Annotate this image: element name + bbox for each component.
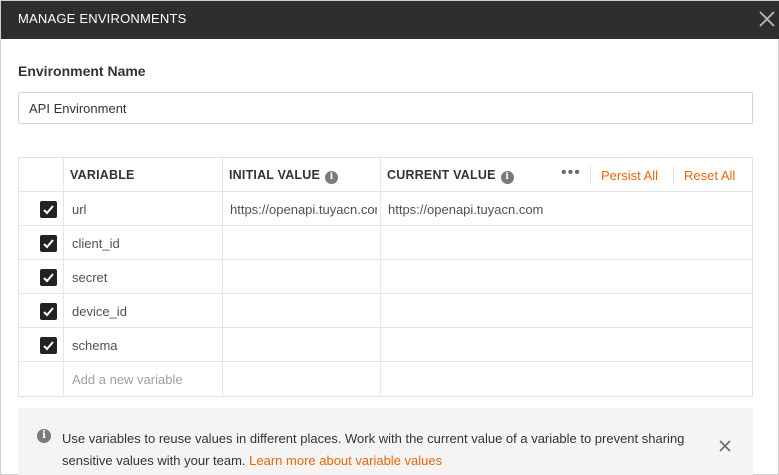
environment-name-input[interactable] bbox=[18, 92, 753, 124]
column-divider bbox=[63, 158, 64, 396]
add-variable-input[interactable]: Add a new variable bbox=[72, 372, 218, 387]
dialog-title: MANAGE ENVIRONMENTS bbox=[18, 11, 187, 26]
variable-name[interactable]: secret bbox=[72, 270, 218, 285]
environment-name-label: Environment Name bbox=[18, 63, 146, 79]
learn-more-link[interactable]: Learn more about variable values bbox=[249, 453, 442, 468]
column-divider bbox=[380, 158, 381, 396]
reset-all-button[interactable]: Reset All bbox=[684, 168, 735, 183]
header-separator bbox=[673, 167, 674, 183]
info-icon[interactable]: i bbox=[325, 171, 339, 184]
header-current-value-label: CURRENT VALUE bbox=[387, 168, 496, 182]
close-icon[interactable] bbox=[718, 439, 732, 453]
info-icon[interactable]: i bbox=[500, 171, 514, 184]
variable-name[interactable]: schema bbox=[72, 338, 218, 353]
dialog-titlebar: MANAGE ENVIRONMENTS bbox=[1, 1, 779, 39]
header-initial-value: INITIAL VALUE i bbox=[229, 168, 339, 184]
enable-checkbox[interactable] bbox=[40, 201, 57, 218]
enable-checkbox[interactable] bbox=[40, 303, 57, 320]
close-icon[interactable] bbox=[756, 8, 778, 30]
row-divider bbox=[19, 361, 752, 362]
header-variable: VARIABLE bbox=[70, 168, 135, 182]
manage-environments-dialog: MANAGE ENVIRONMENTS Environment Name VAR… bbox=[0, 0, 779, 475]
variable-name[interactable]: client_id bbox=[72, 236, 218, 251]
enable-checkbox[interactable] bbox=[40, 337, 57, 354]
info-message: Use variables to reuse values in differe… bbox=[62, 428, 702, 472]
header-initial-value-label: INITIAL VALUE bbox=[229, 168, 321, 182]
column-divider bbox=[222, 158, 223, 396]
persist-all-button[interactable]: Persist All bbox=[601, 168, 658, 183]
header-separator bbox=[590, 167, 591, 183]
row-divider bbox=[19, 259, 752, 260]
enable-checkbox[interactable] bbox=[40, 235, 57, 252]
initial-value[interactable]: https://openapi.tuyacn.com bbox=[230, 202, 377, 217]
header-current-value: CURRENT VALUE i bbox=[387, 168, 514, 184]
variable-name[interactable]: device_id bbox=[72, 304, 218, 319]
variables-table: VARIABLE INITIAL VALUE i CURRENT VALUE i •… bbox=[18, 157, 753, 397]
info-icon: i bbox=[37, 429, 51, 443]
more-options-icon[interactable]: ••• bbox=[561, 164, 581, 182]
row-divider bbox=[19, 327, 752, 328]
row-divider bbox=[19, 225, 752, 226]
row-divider bbox=[19, 293, 752, 294]
info-banner: i Use variables to reuse values in diffe… bbox=[18, 408, 753, 475]
current-value[interactable]: https://openapi.tuyacn.com bbox=[388, 202, 688, 217]
enable-checkbox[interactable] bbox=[40, 269, 57, 286]
row-divider bbox=[19, 191, 752, 192]
variable-name[interactable]: url bbox=[72, 202, 218, 217]
